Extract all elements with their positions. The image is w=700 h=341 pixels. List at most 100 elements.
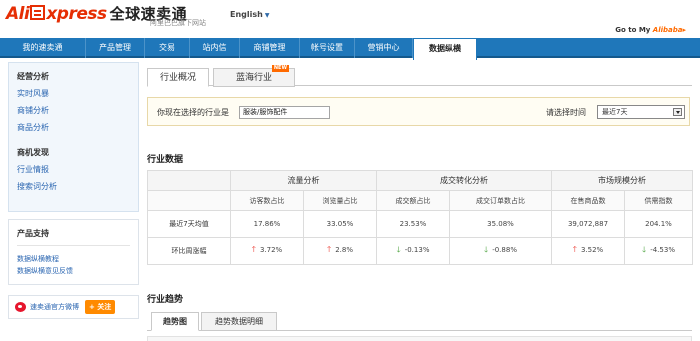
cell-value: -0.88%	[492, 246, 517, 254]
sidebar-item-keyword-analysis[interactable]: 搜索词分析	[17, 181, 130, 192]
nav-item-my-aliexpress[interactable]: 我的速卖通	[0, 38, 86, 58]
industry-data-title: 行业数据	[147, 155, 184, 165]
main-tabs: 行业概况 蓝海行业 NEW	[147, 62, 692, 87]
arrow-up-icon: 🡑	[572, 245, 577, 254]
sidebar: 经营分析 实时风暴 商铺分析 商品分析 商机发现 行业情报 搜索词分析 产品支持…	[8, 62, 139, 341]
nav-item-product-management[interactable]: 产品管理	[86, 38, 145, 58]
col-pageview-share: 浏览量占比	[303, 190, 377, 211]
sidebar-item-industry-intel[interactable]: 行业情报	[17, 164, 130, 175]
sidebar-analysis-block: 经营分析 实时风暴 商铺分析 商品分析 商机发现 行业情报 搜索词分析	[8, 62, 139, 212]
industry-data-table: 流量分析 成交转化分析 市场规模分析 访客数占比 浏览量占比 成交额占比 成交订…	[147, 170, 693, 265]
corner-cell	[147, 170, 231, 191]
col-supply-demand: 供需指数	[624, 190, 693, 211]
sidebar-weibo-block: 速卖通官方微博 + 关注	[8, 295, 139, 319]
table-cell: 204.1%	[624, 210, 693, 238]
time-select[interactable]: 最近7天	[597, 105, 685, 119]
logo-xpress-text: xpress	[46, 4, 107, 24]
sidebar-item-store-analysis[interactable]: 商铺分析	[17, 105, 130, 116]
col-listings: 在售商品数	[551, 190, 625, 211]
support-tutorial-link[interactable]: 数据纵横教程	[17, 254, 130, 264]
table-cell: 🡑 3.52%	[551, 237, 625, 265]
col-order-share: 成交订单数占比	[449, 190, 552, 211]
row-label: 最近7天均值	[147, 210, 231, 238]
main-nav: 我的速卖通 产品管理 交易 站内信 商铺管理 帐号设置 营销中心 数据纵横	[0, 38, 700, 60]
table-cell: 🡑 3.72%	[230, 237, 304, 265]
tab-blue-ocean-label: 蓝海行业	[235, 73, 272, 83]
header: Ali xpress 全球速卖通 阿里巴巴旗下网站 English ▼ Go to…	[0, 0, 700, 38]
cell-value: -4.53%	[650, 246, 675, 254]
goto-prefix: Go to My	[615, 26, 653, 34]
industry-field[interactable]: 服装/服饰配件	[239, 106, 330, 119]
col-visitor-share: 访客数占比	[230, 190, 304, 211]
support-title: 产品支持	[17, 228, 130, 246]
time-label: 请选择时间	[546, 108, 586, 117]
table-cell: 🡓 -0.13%	[376, 237, 450, 265]
arrow-right-icon: ▸	[682, 26, 686, 34]
table-group-header: 流量分析 成交转化分析 市场规模分析	[147, 170, 693, 191]
nav-item-trade[interactable]: 交易	[145, 38, 190, 58]
tab-blue-ocean[interactable]: 蓝海行业 NEW	[213, 65, 295, 87]
logo-box-icon	[30, 5, 46, 20]
table-cell: 🡓 -0.88%	[449, 237, 552, 265]
arrow-up-icon: 🡑	[327, 245, 332, 254]
col-gmv-share: 成交额占比	[376, 190, 450, 211]
tab-industry-overview[interactable]: 行业概况	[147, 68, 209, 87]
goto-my-alibaba-link[interactable]: Go to My Alibaba▸	[615, 26, 686, 34]
table-cell: 23.53%	[376, 210, 450, 238]
corner-cell	[147, 190, 231, 211]
group-conversion: 成交转化分析	[376, 170, 552, 191]
industry-label: 你现在选择的行业是	[157, 108, 229, 117]
nav-item-account-settings[interactable]: 帐号设置	[300, 38, 355, 58]
main-content: 行业概况 蓝海行业 NEW 你现在选择的行业是 服装/服饰配件 请选择时间 最近…	[147, 62, 693, 341]
weibo-link[interactable]: 速卖通官方微博	[30, 302, 79, 312]
tab-trend-details[interactable]: 趋势数据明细	[201, 312, 277, 331]
table-cell: 🡑 2.8%	[303, 237, 377, 265]
arrow-down-icon: 🡓	[642, 245, 647, 254]
industry-selector-bar: 你现在选择的行业是 服装/服饰配件 请选择时间 最近7天	[147, 97, 690, 126]
alibaba-brand-text: Alibaba	[652, 26, 683, 34]
time-select-value: 最近7天	[602, 108, 628, 116]
group-traffic: 流量分析	[230, 170, 377, 191]
table-row: 环比周涨幅 🡑 3.72% 🡑 2.8% 🡓 -0.13% 🡓 -0.88% 🡑 3.52…	[147, 237, 693, 265]
chevron-down-icon[interactable]	[673, 108, 682, 116]
cell-value: 3.52%	[580, 246, 604, 254]
support-feedback-link[interactable]: 数据纵横意见反馈	[17, 266, 130, 276]
tab-trend-chart[interactable]: 趋势图	[151, 312, 199, 331]
table-cell: 35.08%	[449, 210, 552, 238]
trend-tabs: 趋势图 趋势数据明细	[147, 312, 692, 331]
nav-item-messages[interactable]: 站内信	[190, 38, 240, 58]
table-cell: 17.86%	[230, 210, 304, 238]
language-label: English	[230, 10, 263, 19]
sidebar-section-title: 经营分析	[17, 72, 49, 81]
weibo-icon	[15, 302, 26, 312]
table-cell: 🡓 -4.53%	[624, 237, 693, 265]
sidebar-item-realtime[interactable]: 实时风暴	[17, 88, 130, 99]
industry-trend-title: 行业趋势	[147, 295, 184, 305]
cell-value: 3.72%	[259, 246, 283, 254]
language-selector[interactable]: English ▼	[230, 10, 269, 19]
sidebar-section-title: 商机发现	[17, 148, 49, 157]
chevron-down-icon: ▼	[264, 12, 270, 19]
group-market: 市场规模分析	[551, 170, 693, 191]
arrow-down-icon: 🡓	[484, 245, 489, 254]
cell-value: -0.13%	[404, 246, 430, 254]
table-cell: 33.05%	[303, 210, 377, 238]
nav-item-data-analytics[interactable]: 数据纵横	[413, 38, 477, 60]
arrow-down-icon: 🡓	[396, 245, 401, 254]
table-column-header: 访客数占比 浏览量占比 成交额占比 成交订单数占比 在售商品数 供需指数	[147, 190, 693, 211]
arrow-up-icon: 🡑	[251, 245, 256, 254]
table-row: 最近7天均值 17.86% 33.05% 23.53% 35.08% 39,07…	[147, 210, 693, 238]
nav-item-store-management[interactable]: 商铺管理	[240, 38, 300, 58]
cell-value: 2.8%	[335, 246, 353, 254]
follow-button[interactable]: + 关注	[85, 300, 116, 314]
new-badge: NEW	[271, 65, 289, 72]
nav-item-marketing[interactable]: 营销中心	[355, 38, 413, 58]
sidebar-item-product-analysis[interactable]: 商品分析	[17, 122, 130, 133]
row-label: 环比周涨幅	[147, 237, 231, 265]
logo-subtitle: 阿里巴巴旗下网站	[150, 19, 206, 27]
trend-panel-top	[147, 336, 692, 341]
logo-ali-text: Ali	[6, 4, 30, 24]
table-cell: 39,072,887	[551, 210, 625, 238]
sidebar-support-block: 产品支持 数据纵横教程 数据纵横意见反馈	[8, 219, 139, 285]
